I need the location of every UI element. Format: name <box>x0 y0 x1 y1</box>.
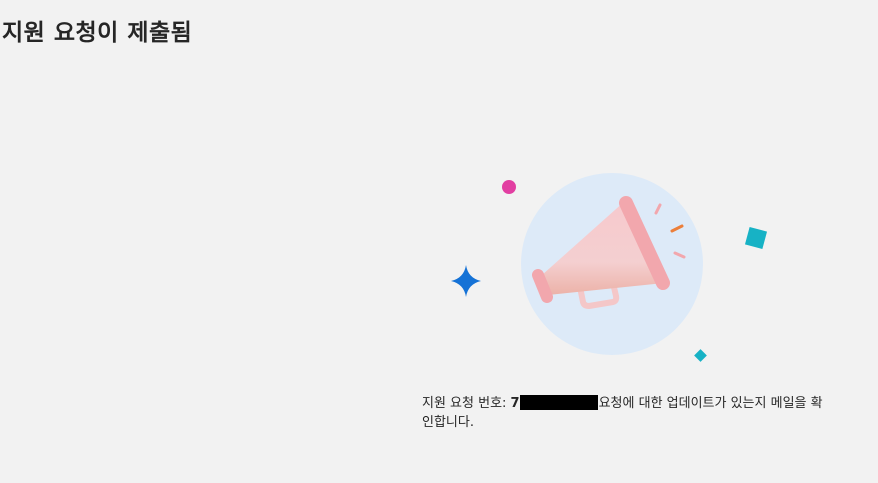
pink-dot-icon <box>502 180 516 194</box>
page-title: 지원 요청이 제출됨 <box>2 20 193 46</box>
teal-diamond-icon <box>694 349 707 362</box>
confirmation-message: 지원 요청 번호: 7 요청에 대한 업데이트가 있는지 메일을 확인합니다. <box>422 394 832 432</box>
support-request-submitted-page: 지원 요청이 제출됨 지원 요청 번호: 7 요청에 대한 업데이트가 있는지 … <box>0 0 878 483</box>
megaphone-illustration <box>440 165 780 375</box>
sparkle-icon <box>451 265 481 297</box>
ticket-number: 7 <box>510 396 520 411</box>
megaphone-mouth <box>532 269 553 303</box>
illustration-graphic <box>451 173 768 362</box>
teal-square-icon <box>744 226 768 250</box>
ticket-label: 지원 요청 번호: <box>422 396 507 411</box>
redaction-bar <box>519 395 598 410</box>
